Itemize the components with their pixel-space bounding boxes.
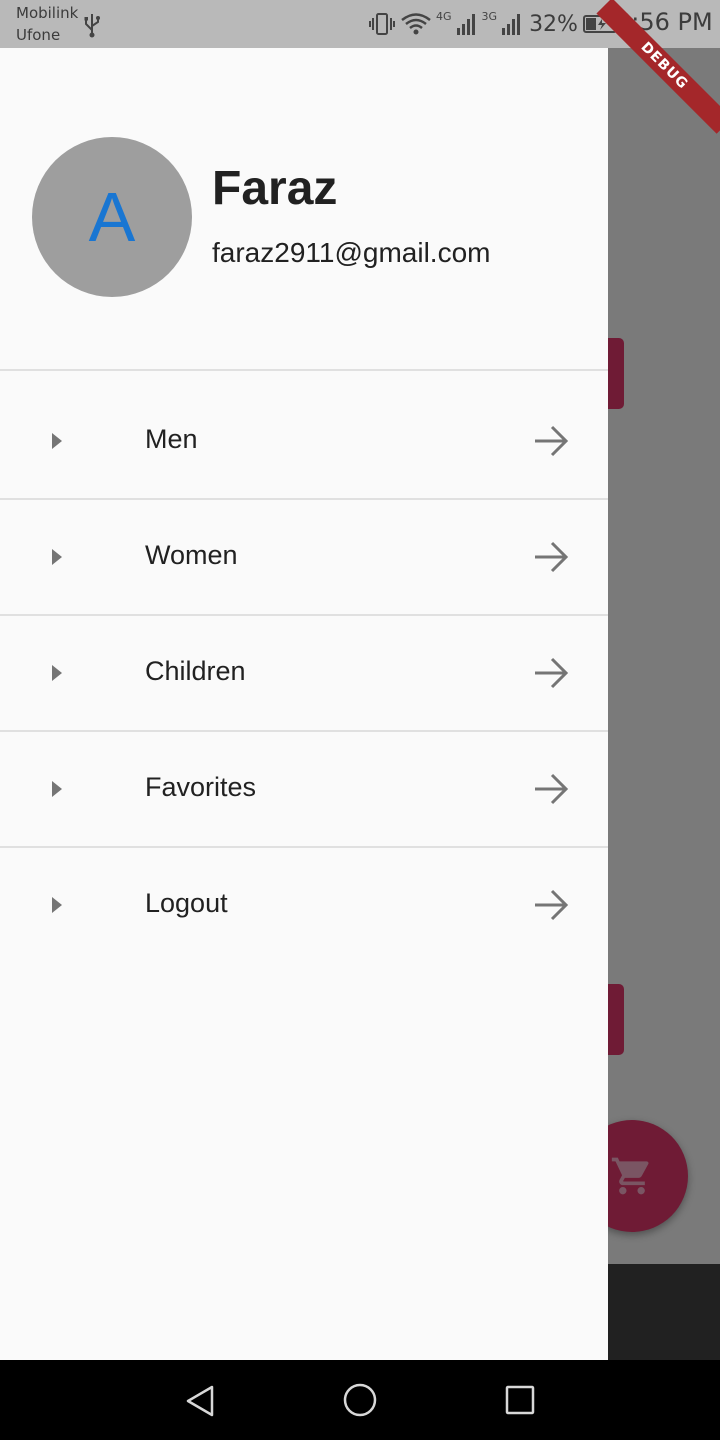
arrow-forward-icon	[535, 773, 569, 805]
signal-icon	[456, 14, 475, 35]
screen: Mobilink Ufone 4G 3G 32% 3:56 PM A Faraz…	[0, 0, 720, 1440]
avatar-initial: A	[88, 178, 136, 256]
signal-icon	[502, 14, 521, 35]
network-type-label: 3G	[481, 10, 498, 23]
navigation-drawer: A Faraz faraz2911@gmail.com Men Women Ch…	[0, 48, 608, 1360]
arrow-forward-icon	[535, 425, 569, 457]
avatar[interactable]: A	[32, 137, 192, 297]
menu-item-label: Favorites	[145, 772, 257, 802]
drawer-menu: Men Women Children Favorites Logout	[0, 384, 608, 964]
caret-right-icon	[52, 781, 62, 797]
menu-item-children[interactable]: Children	[0, 616, 608, 732]
menu-item-logout[interactable]: Logout	[0, 848, 608, 964]
arrow-forward-icon	[535, 657, 569, 689]
menu-item-favorites[interactable]: Favorites	[0, 732, 608, 848]
system-nav-bar	[0, 1360, 720, 1440]
wifi-icon	[401, 13, 431, 35]
recents-icon[interactable]	[505, 1385, 535, 1415]
arrow-forward-icon	[535, 889, 569, 921]
home-icon[interactable]	[343, 1383, 377, 1417]
divider	[0, 369, 608, 371]
menu-item-label: Children	[145, 656, 246, 686]
carrier-primary: Mobilink	[16, 4, 79, 22]
caret-right-icon	[52, 897, 62, 913]
caret-right-icon	[52, 433, 62, 449]
menu-item-men[interactable]: Men	[0, 384, 608, 500]
arrow-forward-icon	[535, 541, 569, 573]
network-type-label: 4G	[436, 10, 452, 23]
caret-right-icon	[52, 549, 62, 565]
menu-item-women[interactable]: Women	[0, 500, 608, 616]
account-name: Faraz	[212, 162, 338, 215]
account-email: faraz2911@gmail.com	[212, 237, 491, 268]
status-icons: 4G 3G 32%	[368, 10, 622, 38]
menu-item-label: Women	[145, 540, 238, 570]
menu-item-label: Men	[145, 424, 198, 454]
battery-percent: 32%	[529, 11, 578, 37]
carrier-secondary: Ufone	[16, 26, 61, 44]
menu-item-label: Logout	[145, 888, 228, 918]
shopping-cart-icon	[611, 1157, 649, 1195]
usb-icon	[84, 14, 100, 38]
caret-right-icon	[52, 665, 62, 681]
back-icon[interactable]	[184, 1384, 216, 1418]
vibrate-icon	[369, 13, 395, 35]
